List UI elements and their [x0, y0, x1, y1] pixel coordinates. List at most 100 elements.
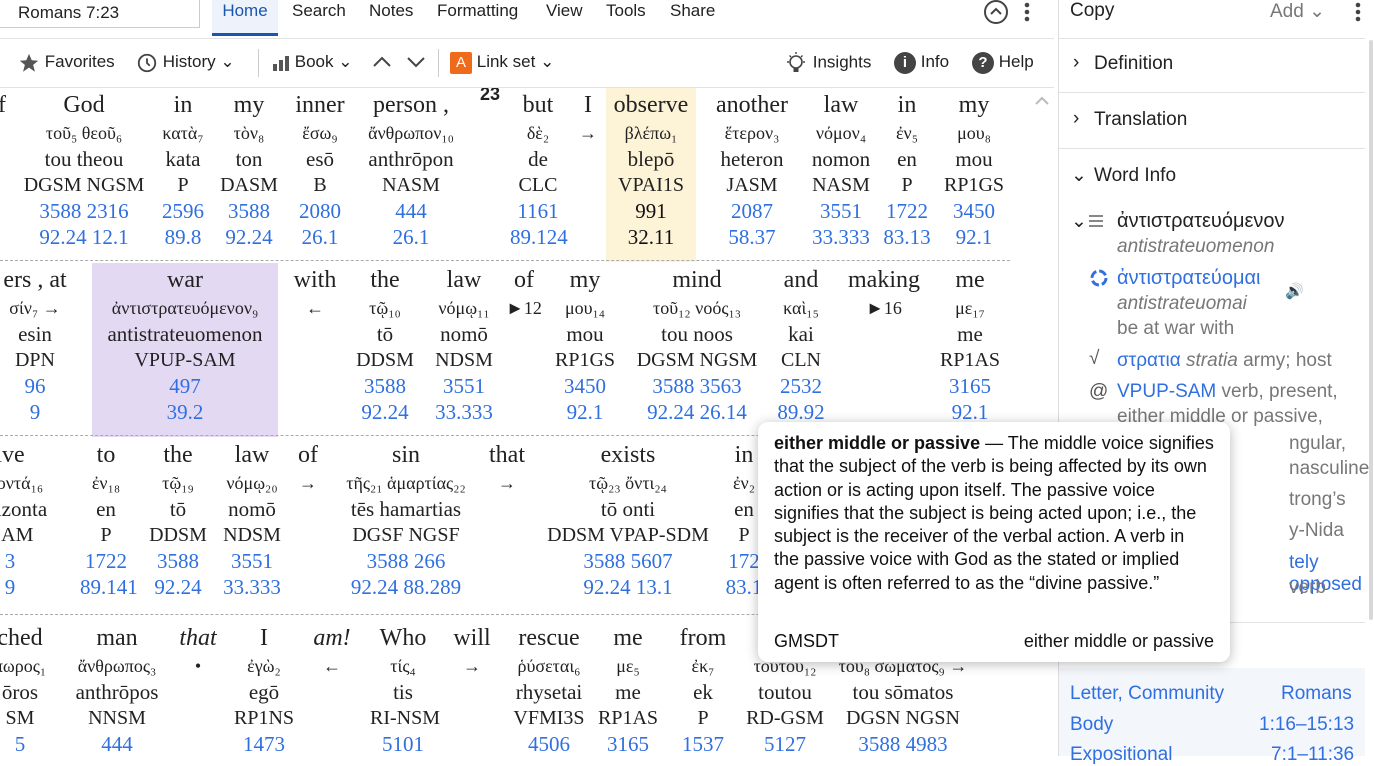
word-column[interactable]: with ← [284, 263, 346, 437]
strongs-number[interactable]: 2080 [288, 198, 352, 224]
tab-share[interactable]: Share [670, 0, 715, 22]
strongs-number[interactable] [572, 198, 604, 224]
tab-formatting[interactable]: Formatting [437, 0, 518, 22]
louw-nida-number[interactable]: 92.1 [552, 399, 618, 425]
strongs-number[interactable] [834, 373, 934, 399]
chevron-right-icon[interactable]: › [1073, 52, 1079, 74]
strongs-number[interactable]: 2596 [158, 198, 208, 224]
insights-button[interactable]: Insights [784, 51, 871, 75]
word-column[interactable]: person , ἄνθρωπον₁₀ anthrōpon NASM 444 26.1 [352, 88, 470, 262]
chevron-down-icon[interactable]: ⌄ [1071, 210, 1087, 233]
strongs-number[interactable]: 2532 [774, 373, 828, 399]
word-column[interactable]: Iἐγὼ₂ egō RP1NS 1473 [222, 621, 306, 756]
word-column[interactable]: to ἐν₁₈ en P 1722 89.141 [80, 438, 138, 612]
louw-nida-number[interactable]: 39.2 [92, 399, 278, 425]
louw-nida-number[interactable]: 92.24 88.289 [326, 574, 486, 600]
strongs-number[interactable] [284, 373, 346, 399]
louw-nida-number[interactable] [0, 224, 12, 250]
info-button[interactable]: i Info [894, 51, 949, 74]
reference-box[interactable]: Romans 7:23 [0, 0, 200, 28]
word-column[interactable]: of ►12 [502, 263, 546, 437]
strongs-number[interactable]: 3 [0, 548, 30, 574]
strongs-number[interactable]: 3551 [216, 548, 288, 574]
translation-section[interactable]: Translation [1094, 109, 1187, 131]
louw-nida-number[interactable]: 33.333 [806, 224, 876, 250]
chevron-down-icon[interactable]: ⌄ [1071, 164, 1087, 187]
strongs-number[interactable]: 1161 [510, 198, 566, 224]
strongs-number[interactable]: 2087 [700, 198, 804, 224]
strongs-number[interactable] [176, 731, 220, 756]
strongs-number[interactable]: 3450 [938, 198, 1010, 224]
louw-nida-number[interactable]: 92.24 [216, 224, 282, 250]
strongs-number[interactable]: 3588 [142, 548, 214, 574]
louw-nida-number[interactable]: 33.333 [216, 574, 288, 600]
strongs-number[interactable]: 3165 [598, 731, 658, 756]
word-column[interactable]: the τῷ₁₉ tō DDSM 3588 92.24 [142, 438, 214, 612]
word-column[interactable]: law νόμῳ₂₀ nomō NDSM 3551 33.333 [216, 438, 288, 612]
louw-nida-number[interactable]: 92.1 [938, 224, 1010, 250]
word-column[interactable]: will → [442, 621, 502, 756]
speaker-icon[interactable]: 🔊 [1285, 282, 1304, 300]
word-column[interactable]: the τῷ₁₀ tō DDSM 3588 92.24 [350, 263, 420, 437]
strongs-number[interactable]: 991 [606, 198, 696, 224]
word-column[interactable]: law νόμῳ₁₁ nomō NDSM 3551 33.333 [426, 263, 502, 437]
louw-nida-number[interactable]: 92.24 12.1 [14, 224, 154, 250]
strongs-number[interactable] [302, 731, 362, 756]
louw-nida-number[interactable]: 83.13 [880, 224, 934, 250]
strongs-number[interactable] [472, 548, 542, 574]
louw-nida-number[interactable]: 32.11 [606, 224, 696, 250]
word-column[interactable]: ive ζοντά₁₆ tizonta SAM39 [0, 438, 47, 612]
strongs-number[interactable]: 3588 266 [326, 548, 486, 574]
strongs-number[interactable] [288, 548, 328, 574]
louw-nida-number[interactable] [288, 574, 328, 600]
louw-nida-number[interactable]: 89.8 [158, 224, 208, 250]
add-button[interactable]: Add ⌄ [1270, 0, 1325, 23]
strongs-number[interactable]: 1722 [80, 548, 132, 574]
strongs-number[interactable]: 1722 [880, 198, 934, 224]
chevron-right-icon[interactable]: › [1073, 108, 1079, 130]
more-vertical-icon[interactable] [1355, 2, 1361, 27]
strongs-number[interactable] [502, 373, 546, 399]
word-column[interactable]: war ἀντιστρατευόμενον₉ antistrateuomenon VP… [92, 263, 278, 437]
word-column[interactable]: another ἕτερον₃ heteron JASM 2087 58.37 [700, 88, 804, 262]
word-column[interactable]: my μου₈ mou RP1GS 3450 92.1 [938, 88, 1010, 262]
word-column[interactable]: in ἐν₅ en P 1722 83.13 [880, 88, 934, 262]
louw-nida-number[interactable]: 89.124 [510, 224, 568, 250]
word-column[interactable]: exists τῷ₂₃ ὄντι₂₄ tō onti DDSM VPAP-SDM 358… [538, 438, 718, 612]
word-column[interactable]: man ἄνθρωπος₃ anthrōpos NNSM 444 [62, 621, 172, 756]
word-column[interactable]: God τοῦ₅ θεοῦ₆ tou theou DGSM NGSM 3588 2316… [14, 88, 154, 262]
tab-home[interactable]: Home [212, 0, 278, 36]
word-column[interactable]: making ►16 [834, 263, 934, 437]
tab-view[interactable]: View [546, 0, 583, 22]
copy-button[interactable]: Copy [1070, 0, 1114, 22]
strongs-number[interactable]: 1537 [668, 731, 738, 756]
word-column[interactable]: me με₅ me RP1AS 3165 [598, 621, 658, 756]
word-column[interactable]: I → [572, 88, 604, 262]
strongs-number[interactable]: 96 [0, 373, 80, 399]
louw-nida-number[interactable]: 9 [0, 399, 80, 425]
book-button[interactable]: Book ⌄ [272, 51, 352, 73]
word-info-section[interactable]: Word Info [1094, 165, 1176, 187]
word-column[interactable]: my μου₁₄ mou RP1GS 3450 92.1 [552, 263, 618, 437]
outline-link-range[interactable]: 1:16–15:13 [1259, 714, 1354, 736]
louw-nida-number[interactable]: 92.24 [142, 574, 214, 600]
stratia-entry[interactable]: στρατια stratia army; host [1117, 350, 1332, 372]
strongs-number[interactable]: 3165 [934, 373, 1006, 399]
word-column[interactable]: Who τίς₄ tis RI-NSM 5101 [370, 621, 440, 756]
tab-notes[interactable]: Notes [369, 0, 413, 22]
louw-nida-number[interactable] [472, 574, 542, 600]
word-column[interactable]: my τὸν₈ ton DASM 3588 92.24 [216, 88, 282, 262]
tab-tools[interactable]: Tools [606, 0, 646, 22]
word-column[interactable]: but δὲ₂ de CLC 1161 89.124 [510, 88, 568, 262]
strongs-number[interactable]: 497 [92, 373, 278, 399]
word-column[interactable]: sin τῆς₂₁ ἁμαρτίας₂₂ tēs hamartias DGSF NGS… [326, 438, 486, 612]
outline-link-expositional[interactable]: Expositional [1070, 744, 1172, 766]
outline-link-body[interactable]: Body [1070, 714, 1113, 736]
help-button[interactable]: ? Help [972, 51, 1034, 74]
strongs-number[interactable]: 3588 4983 [836, 731, 970, 756]
outline-link-range-2[interactable]: 7:1–11:36 [1271, 744, 1354, 766]
word-column[interactable]: am! ← [302, 621, 362, 756]
louw-nida-number[interactable]: 92.24 26.14 [624, 399, 770, 425]
word-column[interactable]: law νόμον₄ nomon NASM 3551 33.333 [806, 88, 876, 262]
louw-nida-number[interactable]: 58.37 [700, 224, 804, 250]
